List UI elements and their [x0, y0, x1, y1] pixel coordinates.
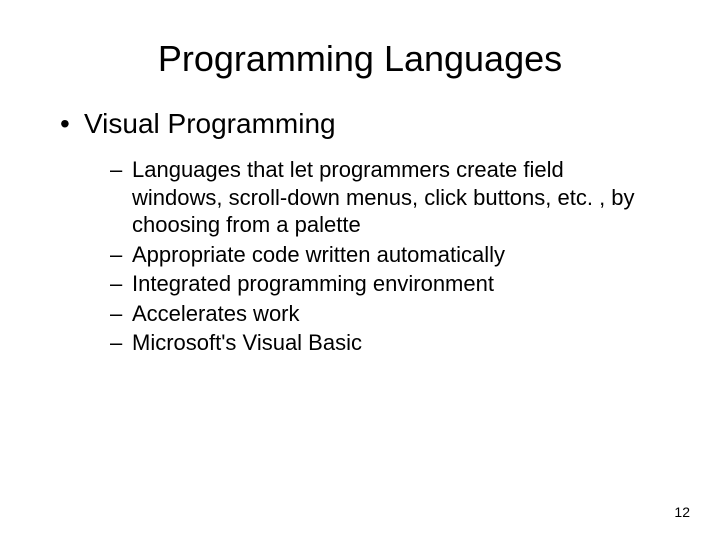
dash-icon: –: [110, 270, 132, 298]
page-number: 12: [674, 504, 690, 520]
subitem-text: Integrated programming environment: [132, 270, 640, 298]
subitem-text: Accelerates work: [132, 300, 640, 328]
bullet-dot-icon: •: [60, 108, 84, 140]
dash-icon: –: [110, 241, 132, 269]
subitem-list: – Languages that let programmers create …: [110, 156, 640, 357]
list-item: – Microsoft's Visual Basic: [110, 329, 640, 357]
dash-icon: –: [110, 156, 132, 239]
subitem-text: Appropriate code written automatically: [132, 241, 640, 269]
dash-icon: –: [110, 329, 132, 357]
list-item: – Integrated programming environment: [110, 270, 640, 298]
slide-title: Programming Languages: [40, 38, 680, 80]
list-item: – Languages that let programmers create …: [110, 156, 640, 239]
bullet-level1: •Visual Programming: [60, 108, 680, 140]
bullet-label: Visual Programming: [84, 108, 336, 139]
dash-icon: –: [110, 300, 132, 328]
subitem-text: Microsoft's Visual Basic: [132, 329, 640, 357]
subitem-text: Languages that let programmers create fi…: [132, 156, 640, 239]
list-item: – Accelerates work: [110, 300, 640, 328]
list-item: – Appropriate code written automatically: [110, 241, 640, 269]
